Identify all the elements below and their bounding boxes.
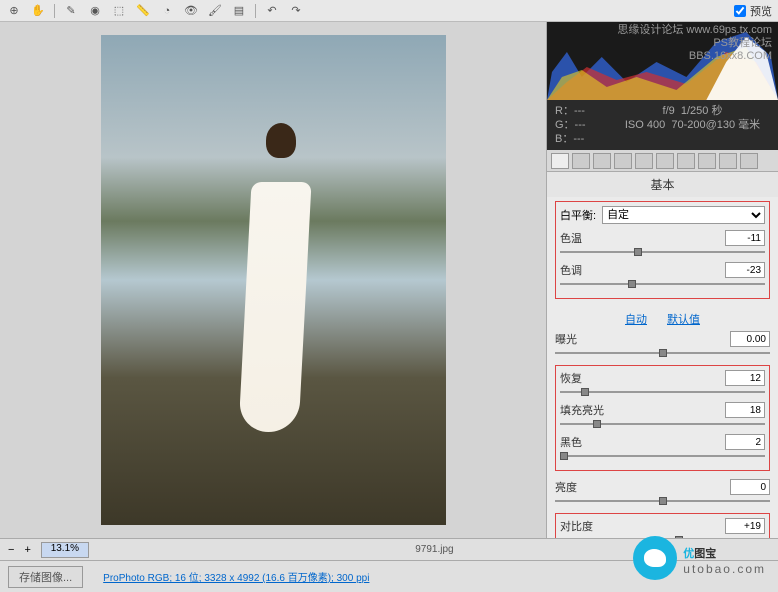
auto-link[interactable]: 自动 bbox=[625, 311, 647, 327]
white-balance-group: 白平衡: 自定 色温 色调 bbox=[555, 201, 770, 299]
recovery-value[interactable] bbox=[725, 370, 765, 386]
recovery-group: 恢复 填充亮光 黑色 bbox=[555, 365, 770, 471]
eyedropper-icon[interactable]: ✎ bbox=[63, 3, 79, 19]
wb-label: 白平衡: bbox=[560, 207, 596, 223]
temp-label: 色温 bbox=[560, 230, 610, 246]
zoom-out-icon[interactable]: − bbox=[8, 544, 14, 556]
straighten-icon[interactable]: 📏 bbox=[135, 3, 151, 19]
sampler-icon[interactable]: ◉ bbox=[87, 3, 103, 19]
brand-logo: 优图宝 utobao.com bbox=[633, 536, 766, 580]
redeye-icon[interactable]: 👁 bbox=[183, 3, 199, 19]
black-value[interactable] bbox=[725, 434, 765, 450]
save-image-button[interactable]: 存储图像... bbox=[8, 566, 83, 588]
zoom-in-icon[interactable]: + bbox=[24, 544, 30, 556]
panel-title: 基本 bbox=[547, 172, 778, 197]
tab-curve-icon[interactable] bbox=[572, 153, 590, 169]
exposure-group: 曝光 bbox=[555, 331, 770, 357]
canvas-area bbox=[0, 22, 546, 538]
preview-label: 预览 bbox=[750, 3, 772, 19]
zoom-select[interactable]: 13.1% bbox=[41, 542, 89, 558]
tab-basic-icon[interactable] bbox=[551, 153, 569, 169]
preview-checkbox[interactable] bbox=[734, 5, 746, 17]
exposure-slider[interactable] bbox=[555, 349, 770, 357]
gradient-icon[interactable]: ▤ bbox=[231, 3, 247, 19]
temp-value[interactable] bbox=[725, 230, 765, 246]
recovery-slider[interactable] bbox=[560, 388, 765, 396]
wb-select[interactable]: 自定 bbox=[602, 206, 765, 224]
brightness-value[interactable] bbox=[730, 479, 770, 495]
tab-camera-icon[interactable] bbox=[698, 153, 716, 169]
black-label: 黑色 bbox=[560, 434, 610, 450]
panel-tabs bbox=[547, 150, 778, 172]
tab-split-icon[interactable] bbox=[635, 153, 653, 169]
bird-icon bbox=[633, 536, 677, 580]
crop-icon[interactable]: ⬚ bbox=[111, 3, 127, 19]
tab-snapshot-icon[interactable] bbox=[740, 153, 758, 169]
fill-label: 填充亮光 bbox=[560, 402, 610, 418]
right-panel: 思缘设计论坛 www.69ps.tx.com PS教程论坛 BBS.16xx8.… bbox=[546, 22, 778, 538]
contrast-label: 对比度 bbox=[560, 518, 610, 534]
brightness-slider[interactable] bbox=[555, 497, 770, 505]
temp-slider[interactable] bbox=[560, 248, 765, 256]
histogram[interactable]: 思缘设计论坛 www.69ps.tx.com PS教程论坛 BBS.16xx8.… bbox=[547, 22, 778, 100]
logo-domain: utobao.com bbox=[683, 562, 766, 576]
tab-hsl-icon[interactable] bbox=[614, 153, 632, 169]
profile-link[interactable]: ProPhoto RGB; 16 位; 3328 x 4992 (16.6 百万… bbox=[103, 569, 369, 584]
recovery-label: 恢复 bbox=[560, 370, 610, 386]
fill-slider[interactable] bbox=[560, 420, 765, 428]
rotate-cw-icon[interactable]: ↷ bbox=[288, 3, 304, 19]
rotate-ccw-icon[interactable]: ↶ bbox=[264, 3, 280, 19]
tab-presets-icon[interactable] bbox=[719, 153, 737, 169]
tab-fx-icon[interactable] bbox=[677, 153, 695, 169]
preview-toggle[interactable]: 预览 bbox=[734, 3, 772, 19]
auto-default-row: 自动 默认值 bbox=[555, 307, 770, 331]
logo-name-rest: 图宝 bbox=[694, 548, 716, 560]
exposure-label: 曝光 bbox=[555, 331, 605, 347]
brush-icon[interactable]: 🖌 bbox=[207, 3, 223, 19]
tint-value[interactable] bbox=[725, 262, 765, 278]
tab-detail-icon[interactable] bbox=[593, 153, 611, 169]
hand-icon[interactable]: ✋ bbox=[30, 3, 46, 19]
brightness-label: 亮度 bbox=[555, 479, 605, 495]
exif-readout: R：---G：---B：--- f/9 1/250 秒 ISO 400 70-2… bbox=[547, 100, 778, 150]
spot-icon[interactable]: ◔ bbox=[159, 3, 175, 19]
exposure-value[interactable] bbox=[730, 331, 770, 347]
contrast-group: 对比度 bbox=[555, 513, 770, 538]
fill-value[interactable] bbox=[725, 402, 765, 418]
controls-scroll[interactable]: 白平衡: 自定 色温 色调 自动 默认值 曝光 恢复 填充亮光 bbox=[547, 197, 778, 538]
photo-preview[interactable] bbox=[101, 35, 446, 525]
black-slider[interactable] bbox=[560, 452, 765, 460]
tab-lens-icon[interactable] bbox=[656, 153, 674, 169]
zoom-icon[interactable]: ⊕ bbox=[6, 3, 22, 19]
options-toolbar: ⊕ ✋ ✎ ◉ ⬚ 📏 ◔ 👁 🖌 ▤ ↶ ↷ 预览 bbox=[0, 0, 778, 22]
brightness-group: 亮度 bbox=[555, 479, 770, 505]
watermark: 思缘设计论坛 www.69ps.tx.com PS教程论坛 BBS.16xx8.… bbox=[617, 24, 772, 63]
logo-accent: 优 bbox=[683, 548, 694, 560]
default-link[interactable]: 默认值 bbox=[667, 311, 700, 327]
contrast-value[interactable] bbox=[725, 518, 765, 534]
tint-label: 色调 bbox=[560, 262, 610, 278]
tint-slider[interactable] bbox=[560, 280, 765, 288]
